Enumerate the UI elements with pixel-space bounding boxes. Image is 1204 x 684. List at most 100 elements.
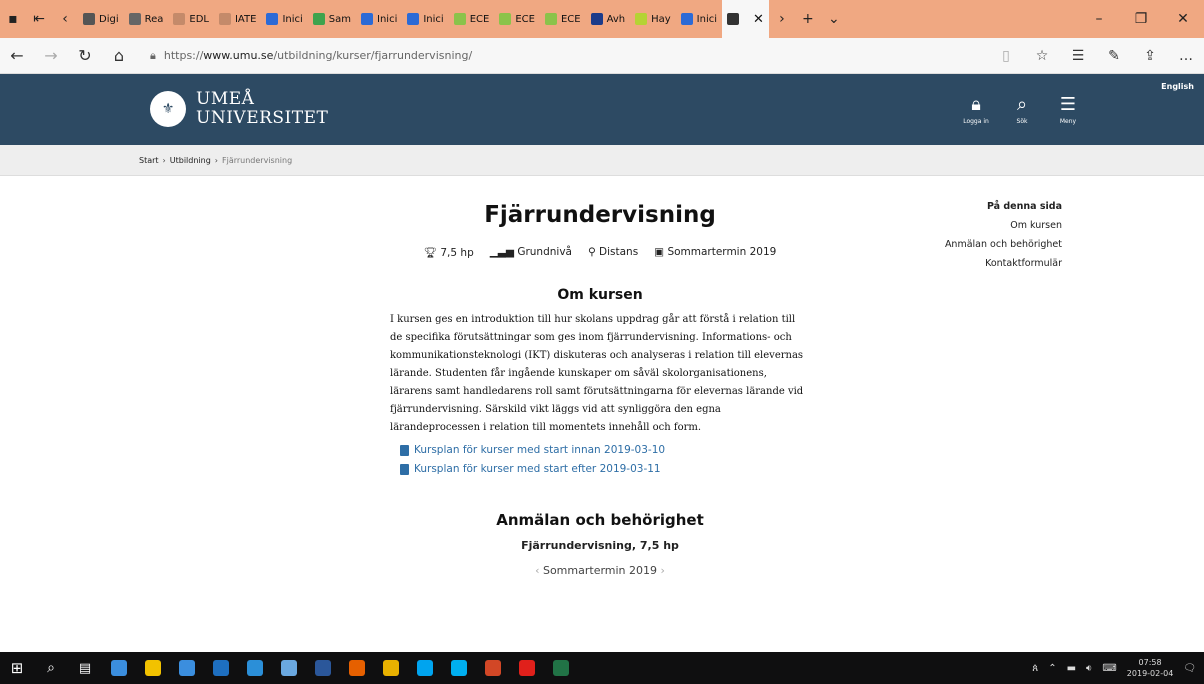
scroll-tabs-right-icon[interactable]: › — [769, 0, 795, 38]
chrome-app[interactable] — [374, 652, 408, 684]
tray-expand-icon[interactable]: ⌃ — [1048, 663, 1056, 674]
search-button[interactable]: ⌕ Sök — [1006, 94, 1038, 125]
university-logo[interactable]: ⚜ UMEÅ UNIVERSITET — [150, 90, 328, 128]
set-aside-tabs-icon[interactable]: ⇤ — [26, 0, 52, 38]
sidebar-item-om-kursen[interactable]: Om kursen — [945, 220, 1062, 231]
location-pin-icon: ⚲ — [587, 246, 596, 258]
syllabus-link-before[interactable]: Kursplan för kurser med start innan 2019… — [400, 444, 810, 456]
course-meta: 🏆︎ 7,5 hp ▁▃▅ Grundnivå ⚲ Distans ▣ Somm… — [390, 246, 810, 259]
sidebar-item-anmalan[interactable]: Anmälan och behörighet — [945, 239, 1062, 250]
url-field[interactable]: 🔒︎ https://www.umu.se/utbildning/kurser/… — [150, 43, 940, 69]
store-app[interactable] — [170, 652, 204, 684]
edge-app[interactable] — [102, 652, 136, 684]
favorites-hub-icon[interactable]: ☰ — [1060, 48, 1096, 64]
breadcrumb-start[interactable]: Start — [139, 156, 159, 165]
close-tab-icon[interactable]: ✕ — [753, 12, 764, 27]
tab-favicon-icon — [453, 13, 466, 25]
browser-tab[interactable]: Inici — [261, 0, 307, 38]
browser-tab-bar: ▪ ⇤ ‹ Digi Rea EDL IATE Inici Sam Inici Inici EC… — [0, 0, 1204, 38]
new-tab-icon[interactable]: + — [795, 0, 821, 38]
skype-business-app[interactable] — [408, 652, 442, 684]
notification-icon[interactable]: 🗨︎ — [1183, 663, 1196, 674]
explorer-app-icon — [145, 660, 161, 676]
minimize-icon[interactable]: – — [1078, 11, 1120, 27]
active-tab[interactable]: ✕ — [722, 0, 769, 38]
skype-business-app-icon — [417, 660, 433, 676]
browser-tab[interactable]: EDL — [168, 0, 214, 38]
tab-strip: Digi Rea EDL IATE Inici Sam Inici Inici ECE ECE EC… — [78, 0, 722, 38]
browser-tab[interactable]: IATE — [214, 0, 261, 38]
network-icon[interactable]: ▬ — [1067, 663, 1076, 674]
more-icon[interactable]: … — [1168, 48, 1204, 64]
site-header: ⚜ UMEÅ UNIVERSITET 🔒︎ Logga in ⌕ Sök ☰ M… — [0, 74, 1204, 145]
refresh-icon[interactable]: ↻ — [68, 46, 102, 65]
skype-app[interactable] — [442, 652, 476, 684]
language-link[interactable]: English — [1161, 82, 1194, 91]
powerpoint-app-icon — [485, 660, 501, 676]
login-button[interactable]: 🔒︎ Logga in — [960, 94, 992, 125]
browser-tab[interactable]: Inici — [356, 0, 402, 38]
windows-taskbar: ⊞ ⌕ ▤ ጰ ⌃ ▬ 🔉︎ ⌨ 07:58 2019-02-04 🗨︎ — [0, 652, 1204, 684]
scroll-tabs-left-icon[interactable]: ‹ — [52, 0, 78, 38]
favorite-star-icon[interactable]: ☆ — [1024, 48, 1060, 64]
task-view-icon[interactable]: ▤ — [68, 652, 102, 684]
next-term-icon[interactable]: › — [661, 564, 665, 577]
credits-info: 🏆︎ 7,5 hp — [423, 247, 474, 259]
keyboard-icon[interactable]: ⌨ — [1102, 663, 1116, 674]
browser-tab[interactable]: Rea — [124, 0, 169, 38]
sidebar-item-kontaktformular[interactable]: Kontaktformulär — [945, 258, 1062, 269]
prev-term-icon[interactable]: ‹ — [535, 564, 539, 577]
lock-icon: 🔒︎ — [971, 94, 981, 115]
excel-app-icon — [553, 660, 569, 676]
back-icon[interactable]: ← — [0, 46, 34, 65]
syllabus-link-after[interactable]: Kursplan för kurser med start efter 2019… — [400, 463, 810, 475]
browser-tab[interactable]: Sam — [308, 0, 356, 38]
powerpoint-app[interactable] — [476, 652, 510, 684]
course-description: I kursen ges en introduktion till hur sk… — [390, 314, 804, 433]
globe-app[interactable] — [272, 652, 306, 684]
menu-button[interactable]: ☰ Meny — [1052, 94, 1084, 125]
tab-preview-icon[interactable]: ⌄ — [821, 0, 847, 38]
pen-icon[interactable]: ✎ — [1096, 48, 1132, 64]
tab-favicon-icon — [266, 13, 279, 25]
tab-favicon-icon — [173, 13, 186, 25]
tab-favicon-icon — [361, 13, 373, 25]
browser-tab[interactable]: Digi — [78, 0, 124, 38]
browser-tab[interactable]: Avh — [586, 0, 631, 38]
excel-app[interactable] — [544, 652, 578, 684]
forward-icon[interactable]: → — [34, 46, 68, 65]
people-icon[interactable]: ጰ — [1032, 663, 1038, 674]
ie-app[interactable] — [238, 652, 272, 684]
home-icon[interactable]: ⌂ — [102, 46, 136, 65]
browser-tab[interactable]: Hay — [630, 0, 676, 38]
reading-view-icon[interactable]: ▯ — [988, 48, 1024, 64]
browser-tab[interactable]: ECE — [494, 0, 540, 38]
browser-tab[interactable]: Inici — [402, 0, 448, 38]
tab-favicon-icon — [499, 13, 512, 25]
restore-icon[interactable]: ❐ — [1120, 11, 1162, 27]
search-icon[interactable]: ⌕ — [34, 652, 68, 684]
start-button[interactable]: ⊞ — [0, 652, 34, 684]
firefox-app[interactable] — [340, 652, 374, 684]
acrobat-app[interactable] — [510, 652, 544, 684]
breadcrumb-utbildning[interactable]: Utbildning — [170, 156, 211, 165]
clock[interactable]: 07:58 2019-02-04 — [1127, 657, 1174, 679]
breadcrumb: Start › Utbildning › Fjärrundervisning — [0, 145, 1204, 176]
volume-icon[interactable]: 🔉︎ — [1086, 663, 1092, 674]
mode-info: ⚲ Distans — [587, 246, 639, 258]
tab-actions-icon[interactable]: ▪ — [0, 0, 26, 38]
breadcrumb-separator-icon: › — [214, 155, 218, 165]
explorer-app[interactable] — [136, 652, 170, 684]
browser-tab[interactable]: ECE — [540, 0, 586, 38]
outlook-app[interactable] — [204, 652, 238, 684]
browser-tab[interactable]: Inici — [676, 0, 722, 38]
breadcrumb-current: Fjärrundervisning — [222, 155, 293, 165]
chrome-app-icon — [383, 660, 399, 676]
share-icon[interactable]: ⇪ — [1132, 48, 1168, 64]
tab-favicon-icon — [128, 13, 141, 25]
tab-favicon-icon — [407, 13, 420, 25]
browser-tab[interactable]: ECE — [449, 0, 495, 38]
tab-favicon-icon — [590, 13, 603, 25]
word-app[interactable] — [306, 652, 340, 684]
close-window-icon[interactable]: ✕ — [1162, 11, 1204, 27]
